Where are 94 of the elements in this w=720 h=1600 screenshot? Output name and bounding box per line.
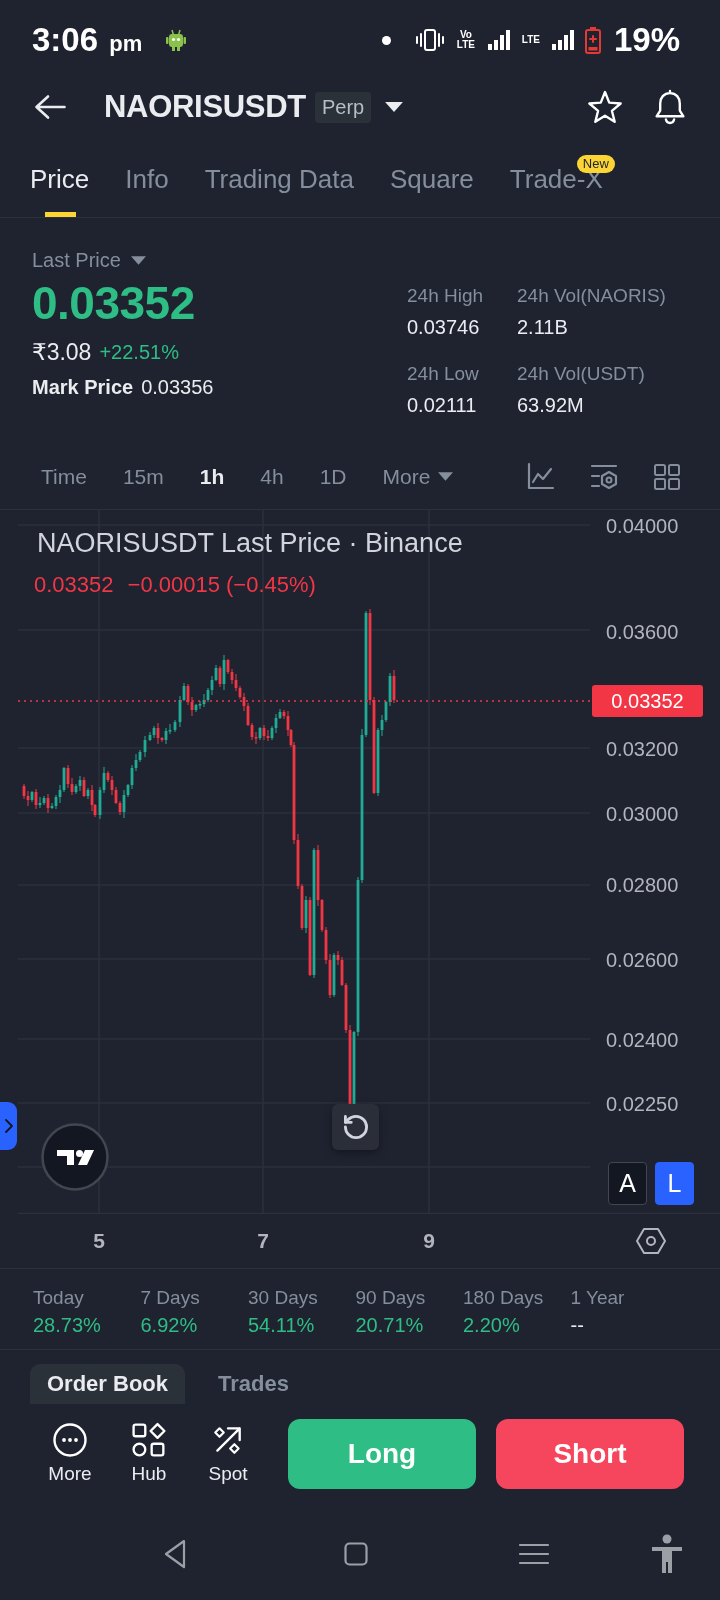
shapes-icon	[132, 1423, 166, 1457]
tab[interactable]: Trade-X New	[509, 138, 615, 217]
stat-label: 24h Vol(USDT)	[517, 363, 646, 385]
grid-icon[interactable]	[654, 463, 680, 490]
period-change: 20.71%	[355, 1314, 424, 1337]
scale-button[interactable]: A	[608, 1162, 647, 1205]
signal-icon	[487, 30, 510, 50]
period-label: 180 Days	[463, 1287, 544, 1309]
action-item[interactable]: Spot	[196, 1423, 260, 1485]
last-price: 0.03352	[32, 278, 195, 329]
star-icon[interactable]	[588, 91, 622, 123]
period-label: 1 Year	[570, 1287, 625, 1309]
tab[interactable]: Square	[389, 138, 474, 217]
ellipsis-circle-icon	[53, 1423, 87, 1457]
interval-option[interactable]: 15m	[122, 464, 164, 489]
quote-price: 0.03352	[34, 572, 114, 598]
price-axis-label: 0.02800	[606, 874, 679, 896]
chevron-right-icon	[4, 1119, 13, 1133]
mark-price: 0.03356	[141, 376, 214, 399]
last-price-label[interactable]: Last Price	[32, 249, 121, 272]
time-axis-label: 9	[423, 1229, 435, 1253]
accessibility-icon[interactable]	[650, 1534, 684, 1574]
period-label: 7 Days	[140, 1287, 200, 1309]
period-label: 90 Days	[355, 1287, 426, 1309]
interval-option[interactable]: Time	[41, 464, 87, 489]
stat-value: 0.02111	[407, 394, 478, 417]
price-axis-label: 0.03600	[606, 621, 679, 643]
interval-option[interactable]: 1D	[319, 464, 347, 489]
action-item[interactable]: Hub	[117, 1423, 181, 1485]
status-time: 3:06 pm	[32, 21, 143, 59]
period-change: --	[570, 1314, 584, 1337]
tab[interactable]: Info	[125, 138, 169, 217]
notification-dot-icon	[381, 35, 391, 45]
battery-percent: 19%	[613, 21, 680, 59]
stat-label: 24h Low	[407, 363, 480, 385]
stat-value: 2.11B	[517, 316, 569, 339]
type-tag: Perp	[314, 91, 372, 123]
lte-label: LTE	[520, 34, 541, 46]
stat-label: 24h Vol(NAORIS)	[517, 285, 667, 307]
price-change: +22.51%	[99, 341, 179, 364]
stat-label: 24h High	[407, 285, 485, 307]
period-change: 28.73%	[33, 1314, 101, 1337]
caret-down-icon	[130, 256, 146, 265]
panel-handle[interactable]	[0, 1102, 17, 1150]
interval-option[interactable]: More	[382, 464, 454, 489]
signal-icon	[551, 30, 574, 50]
battery-icon	[584, 26, 601, 54]
chart-title: NAORISUSDT Last Price · Binance	[37, 528, 463, 559]
period-label: Today	[33, 1287, 84, 1309]
chart-logo-icon	[41, 1123, 109, 1191]
square-icon[interactable]	[344, 1542, 368, 1566]
chart-settings-icon[interactable]	[590, 463, 618, 490]
time-axis-label: 7	[257, 1229, 269, 1253]
mark-price-label: Mark Price	[32, 376, 134, 399]
caret-down-icon	[438, 472, 454, 481]
tab[interactable]: Price	[30, 138, 90, 217]
price-axis-label: 0.03000	[606, 803, 679, 825]
time-axis-label: 5	[93, 1229, 105, 1253]
reset-icon	[343, 1115, 368, 1139]
action-item[interactable]: More	[38, 1423, 102, 1485]
quote-change: −0.00015 (−0.45%)	[127, 572, 316, 598]
settings-icon[interactable]	[636, 1227, 666, 1255]
price-axis-label: 0.04000	[606, 515, 679, 537]
price-axis-label: 0.02600	[606, 949, 679, 971]
price-axis-label: 0.02250	[606, 1093, 679, 1115]
last-price-tag: 0.03352	[592, 685, 703, 717]
price-axis-label: 0.03200	[606, 738, 679, 760]
period-label: 30 Days	[248, 1287, 318, 1309]
menu-icon[interactable]	[519, 1543, 549, 1565]
robot-icon	[166, 29, 187, 51]
new-badge: New	[576, 155, 615, 174]
line-chart-icon[interactable]	[527, 463, 554, 490]
book-tab[interactable]: Order Book	[30, 1364, 186, 1404]
short-button[interactable]: Short	[496, 1419, 684, 1489]
volte-label: Vo LTE	[455, 29, 476, 51]
period-change: 54.11%	[248, 1314, 315, 1337]
price-axis-label: 0.02400	[606, 1029, 679, 1051]
period-change: 6.92%	[140, 1314, 198, 1337]
long-button[interactable]: Long	[288, 1419, 476, 1489]
stat-value: 63.92M	[517, 394, 585, 417]
caret-down-icon	[385, 102, 404, 112]
interval-option[interactable]: 1h	[199, 464, 225, 489]
book-tab[interactable]: Trades	[201, 1364, 306, 1404]
stat-value: 0.03746	[407, 316, 481, 339]
scale-button[interactable]: L	[655, 1162, 694, 1205]
period-change: 2.20%	[463, 1314, 520, 1337]
interval-option[interactable]: 4h	[260, 464, 284, 489]
fiat-price: ₹3.08	[32, 339, 92, 366]
back-icon[interactable]	[164, 1539, 186, 1569]
reset-button[interactable]	[332, 1104, 379, 1150]
bell-icon[interactable]	[654, 90, 686, 124]
tab[interactable]: Trading Data	[204, 138, 354, 217]
vibrate-icon	[415, 29, 444, 51]
pair-title: NAORISUSDT	[104, 89, 306, 125]
